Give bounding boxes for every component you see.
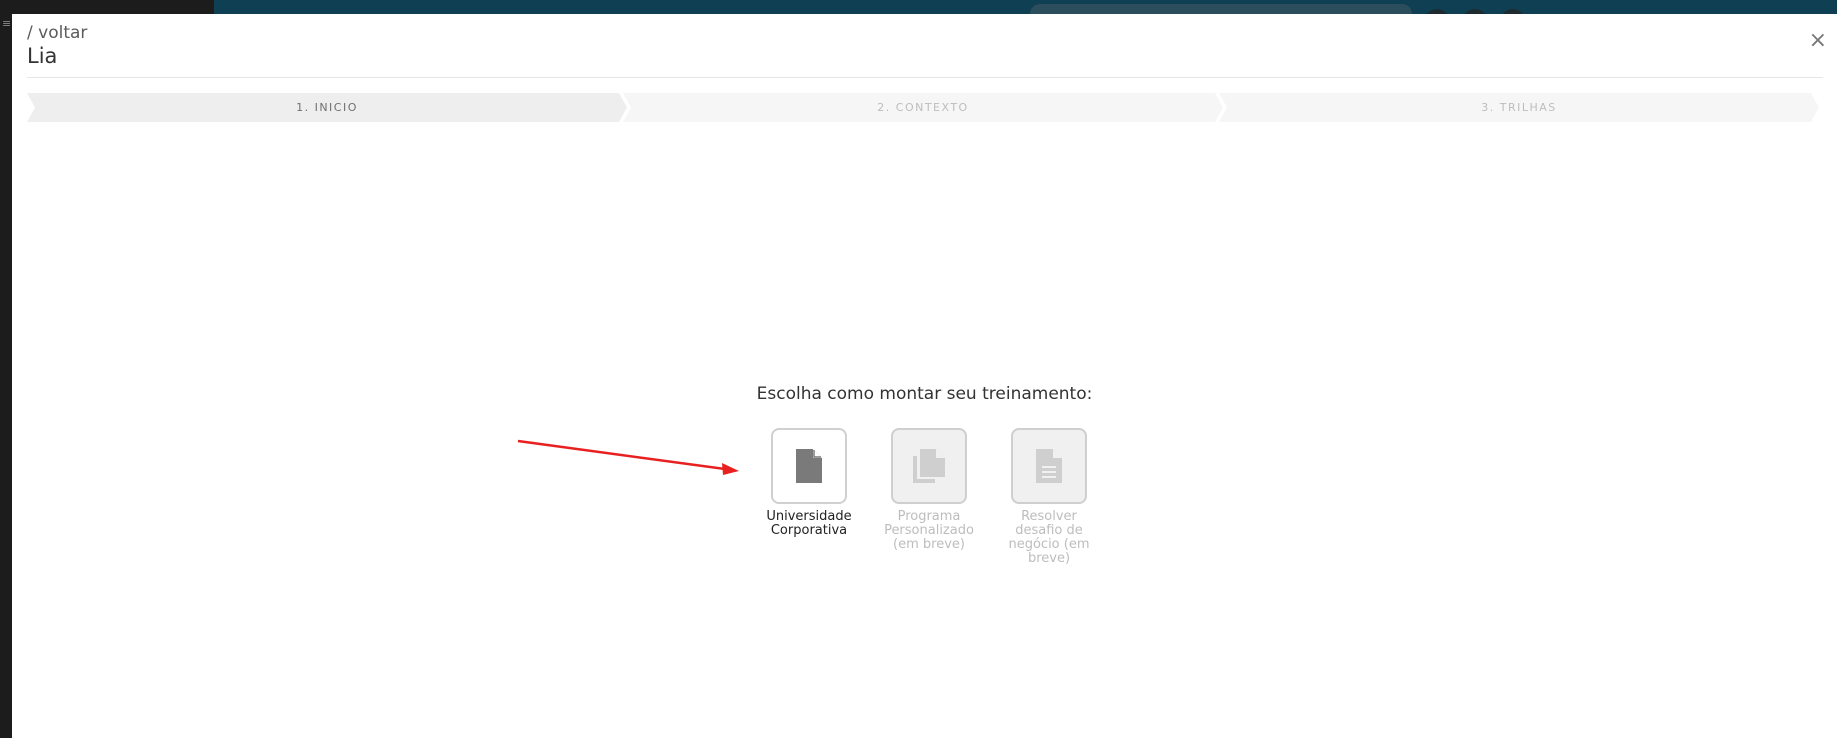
step-trilhas[interactable]: 3. TRILHAS	[1219, 93, 1819, 122]
option-tile	[1011, 428, 1087, 504]
back-link[interactable]: / voltar	[27, 23, 87, 43]
modal-title: Lia	[27, 44, 58, 68]
modal-dialog: / voltar Lia × 1. INICIO 2. CONTEXTO 3. …	[12, 14, 1837, 738]
step-label: 1. INICIO	[296, 101, 358, 114]
training-prompt: Escolha como montar seu treinamento:	[756, 384, 1093, 404]
text-document-icon	[1036, 449, 1062, 483]
option-label: Universidade Corporativa	[766, 509, 852, 538]
step-contexto[interactable]: 2. CONTEXTO	[623, 93, 1223, 122]
option-programa-personalizado: Programa Personalizado (em breve)	[884, 428, 974, 552]
step-label: 2. CONTEXTO	[877, 101, 969, 114]
close-button[interactable]: ×	[1809, 30, 1827, 52]
close-icon: ×	[1808, 28, 1827, 53]
option-label: Resolver desafio de negócio (em breve)	[1008, 509, 1090, 566]
step-label: 3. TRILHAS	[1481, 101, 1557, 114]
document-icon	[796, 449, 822, 483]
header-divider	[27, 77, 1823, 78]
modal-header: / voltar Lia	[27, 23, 87, 69]
background-app-header	[214, 0, 1837, 14]
option-tile[interactable]	[771, 428, 847, 504]
option-tile	[891, 428, 967, 504]
step-inicio[interactable]: 1. INICIO	[27, 93, 627, 122]
option-label: Programa Personalizado (em breve)	[884, 509, 974, 552]
wizard-steps: 1. INICIO 2. CONTEXTO 3. TRILHAS	[27, 93, 1827, 122]
copy-documents-icon	[913, 449, 945, 483]
background-app-sidebar	[0, 0, 12, 738]
option-resolver-desafio: Resolver desafio de negócio (em breve)	[1004, 428, 1094, 566]
background-menu-icon: ≡	[2, 17, 12, 30]
annotation-arrow-icon	[517, 439, 739, 475]
option-universidade-corporativa[interactable]: Universidade Corporativa	[764, 428, 854, 538]
training-options: Universidade Corporativa Programa Person…	[764, 428, 1104, 588]
